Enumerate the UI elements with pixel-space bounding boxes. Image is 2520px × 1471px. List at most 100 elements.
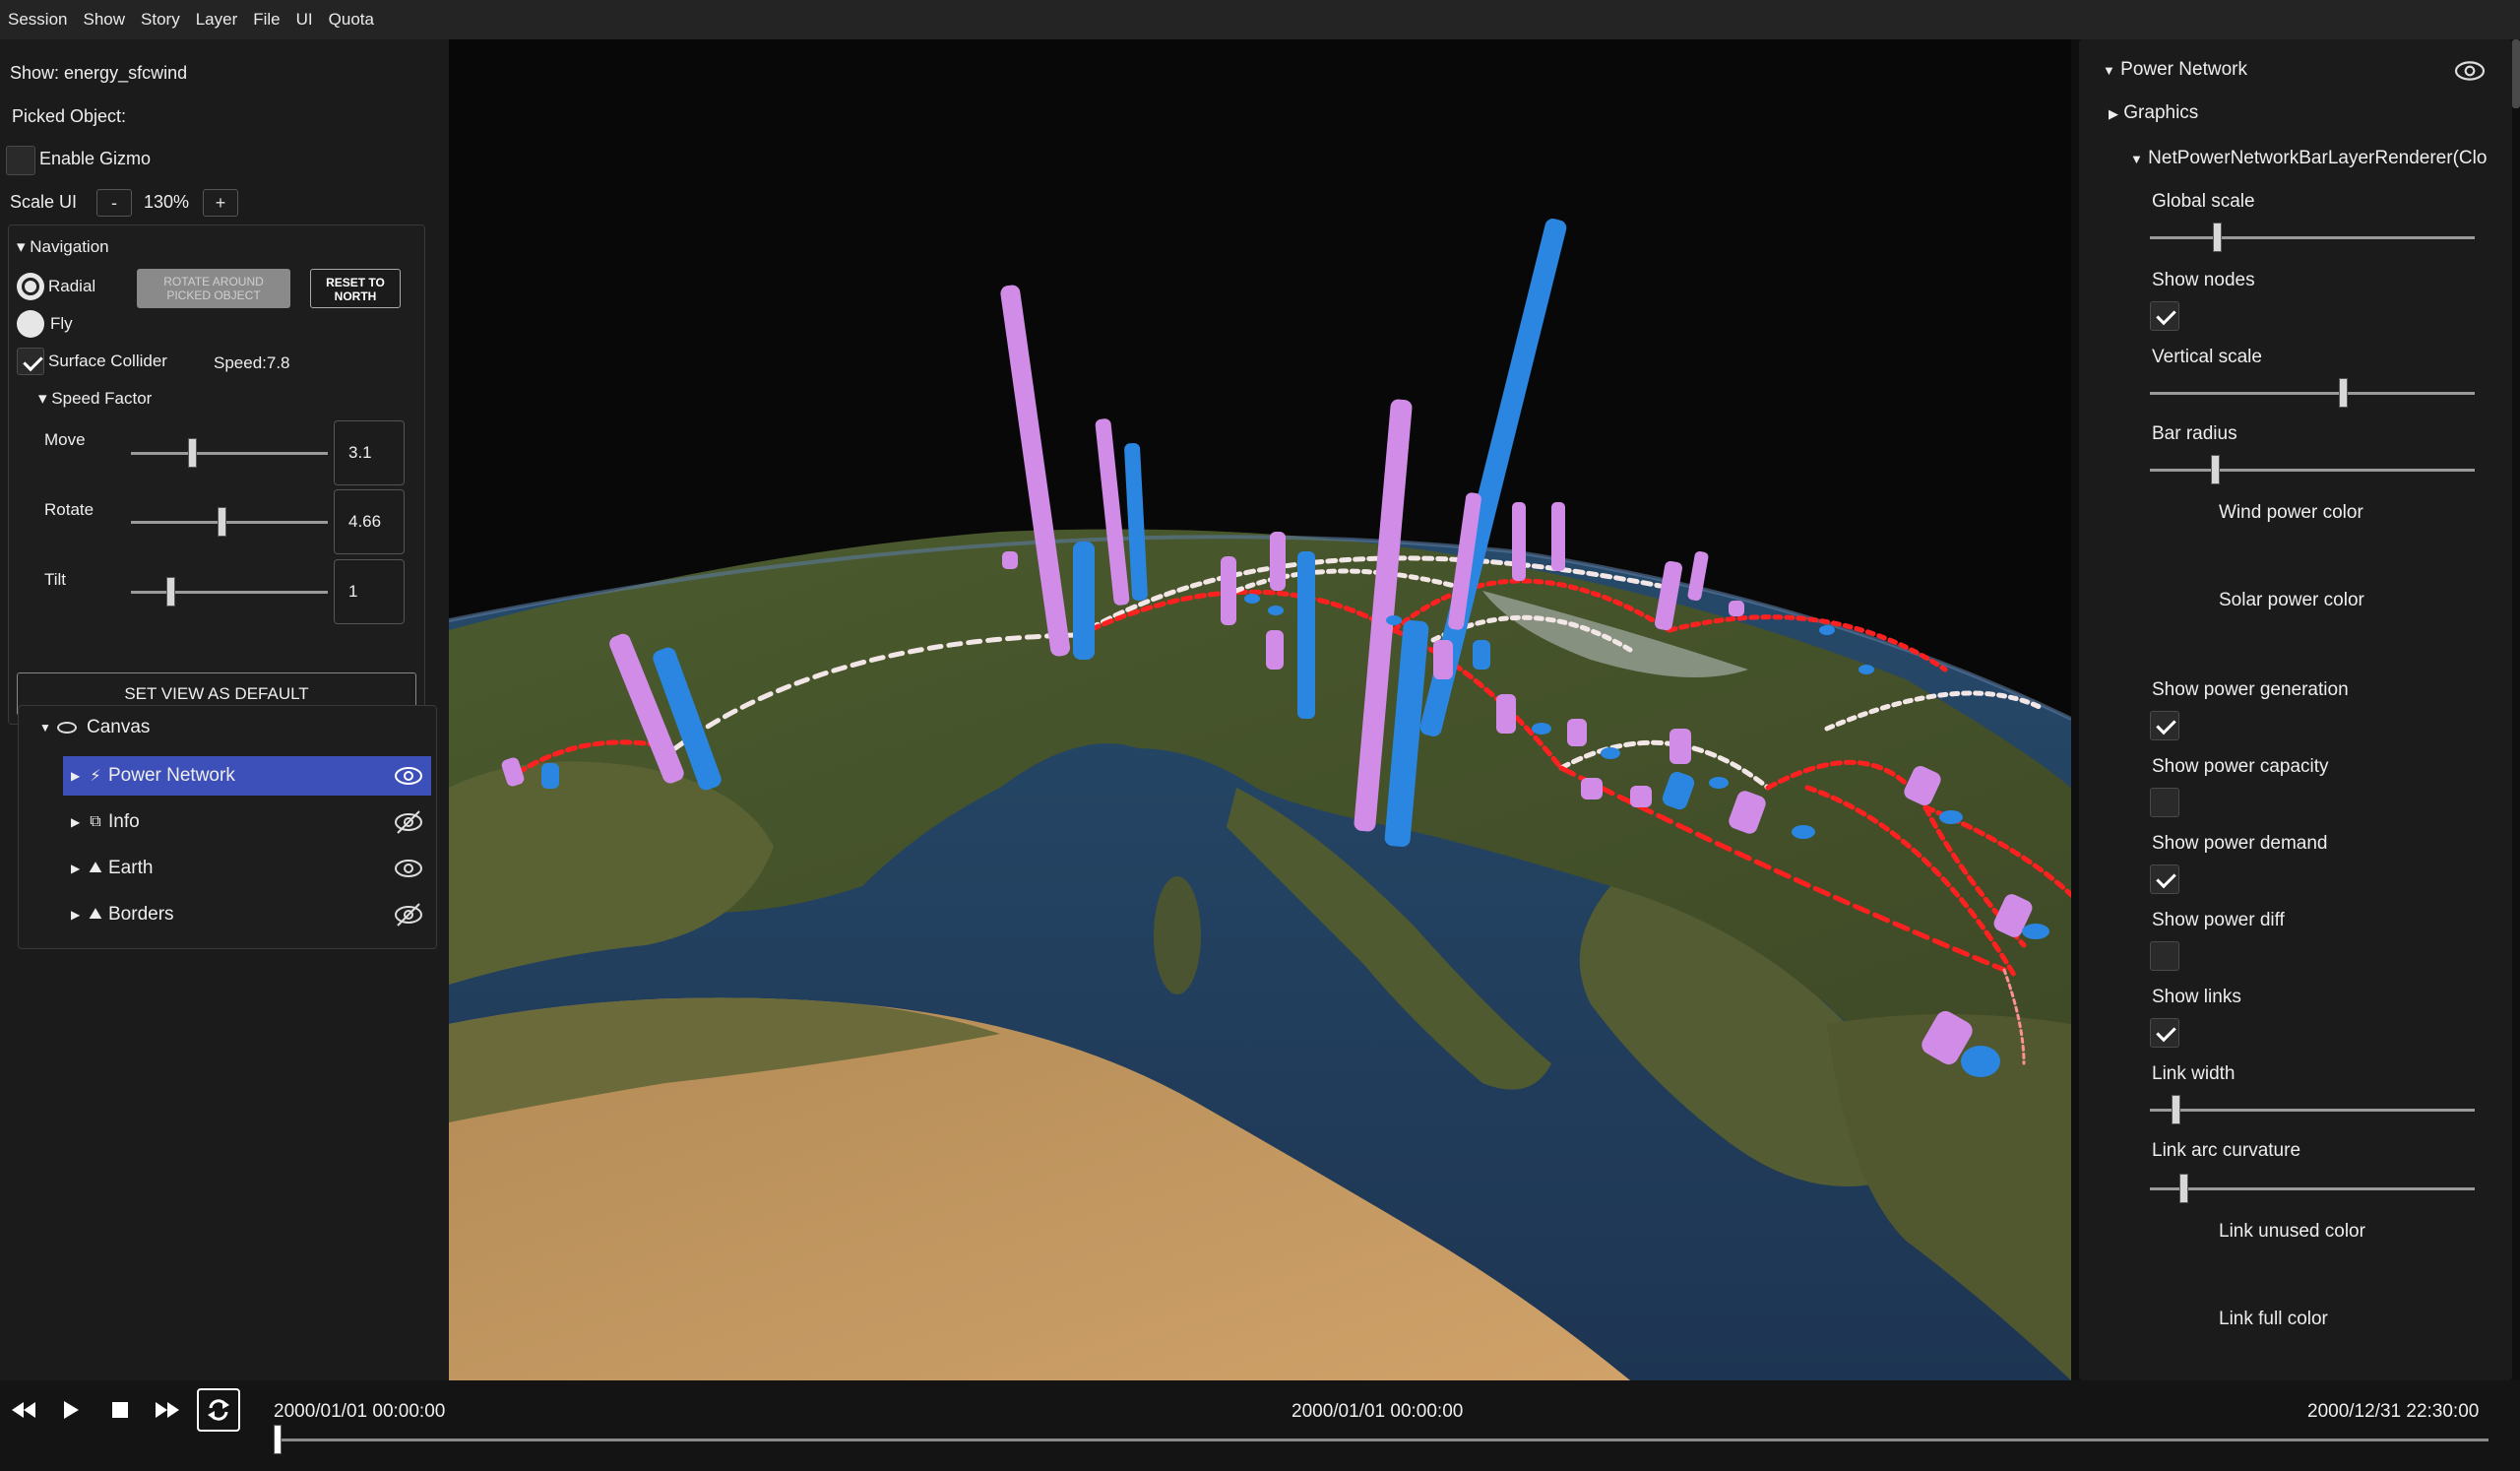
caret-down-icon: ▼ — [2103, 63, 2115, 78]
bar-wind — [1496, 694, 1516, 734]
vertical-scale-slider[interactable] — [2150, 392, 2475, 395]
tilt-slider-handle[interactable] — [166, 577, 175, 607]
eye-icon[interactable] — [2453, 57, 2487, 85]
tree-item-label: Borders — [108, 904, 174, 925]
reset-north-label-2: NORTH — [334, 289, 377, 303]
eye-icon[interactable] — [394, 763, 423, 789]
scale-value: 130% — [144, 192, 190, 212]
fast-forward-button[interactable] — [148, 1390, 187, 1430]
link-width-handle[interactable] — [2172, 1095, 2180, 1124]
show-links-label: Show links — [2152, 987, 2241, 1007]
menu-story[interactable]: Story — [141, 10, 180, 30]
loop-button[interactable] — [197, 1388, 240, 1432]
menu-layer[interactable]: Layer — [196, 10, 238, 30]
fly-radio[interactable] — [17, 310, 44, 338]
show-capacity-checkbox[interactable] — [2150, 788, 2179, 817]
move-slider-track[interactable] — [131, 452, 328, 455]
tree-item-label: Power Network — [108, 765, 235, 786]
link-arc-handle[interactable] — [2179, 1174, 2188, 1203]
canvas-icon — [57, 722, 77, 734]
rotate-value-field[interactable]: 4.66 — [334, 489, 405, 554]
rotate-slider-handle[interactable] — [218, 507, 226, 537]
move-slider-handle[interactable] — [188, 438, 197, 468]
vertical-scale-handle[interactable] — [2339, 378, 2348, 408]
timeline-current-time: 2000/01/01 00:00:00 — [1292, 1401, 1464, 1422]
caret-right-icon: ▶ — [2109, 106, 2118, 121]
eye-off-icon[interactable] — [394, 809, 423, 835]
eye-off-icon[interactable] — [394, 902, 423, 927]
graphics-section[interactable]: ▶ Graphics — [2109, 102, 2198, 124]
rotate-label: Rotate — [44, 500, 94, 519]
rotate-around-picked-button[interactable]: ROTATE AROUND PICKED OBJECT — [137, 269, 290, 308]
tree-root-canvas[interactable]: ▼ Canvas — [39, 717, 150, 738]
bar-wind — [1002, 551, 1018, 569]
show-generation-label: Show power generation — [2152, 679, 2349, 700]
caret-right-icon: ▶ — [71, 862, 81, 875]
link-width-slider[interactable] — [2150, 1109, 2475, 1112]
link-arc-label: Link arc curvature — [2152, 1140, 2301, 1161]
scale-decrease-button[interactable]: - — [96, 189, 132, 217]
tilt-slider-track[interactable] — [131, 591, 328, 594]
renderer-section[interactable]: ▼ NetPowerNetworkBarLayerRenderer(Clo — [2130, 148, 2487, 169]
surface-collider-checkbox[interactable] — [17, 348, 44, 375]
show-demand-label: Show power demand — [2152, 833, 2328, 854]
loop-icon — [208, 1399, 229, 1421]
show-diff-checkbox[interactable] — [2150, 941, 2179, 971]
menu-file[interactable]: File — [253, 10, 280, 30]
bar-radius-handle[interactable] — [2211, 455, 2220, 484]
link-full-color-label[interactable]: Link full color — [2219, 1309, 2328, 1330]
speed-readout: Speed:7.8 — [214, 353, 290, 372]
wind-color-label[interactable]: Wind power color — [2219, 502, 2363, 524]
menu-quota[interactable]: Quota — [329, 10, 374, 30]
scale-ui-label: Scale UI — [10, 192, 78, 212]
bar-radius-label: Bar radius — [2152, 423, 2237, 444]
caret-down-icon: ▼ — [2130, 152, 2143, 166]
cube-icon: ⧉ — [90, 813, 101, 830]
menu-bar: Session Show Story Layer File UI Quota — [0, 0, 2520, 39]
radial-radio[interactable] — [17, 273, 44, 300]
bar-radius-slider[interactable] — [2150, 469, 2475, 472]
menu-show[interactable]: Show — [83, 10, 125, 30]
show-demand-checkbox[interactable] — [2150, 864, 2179, 894]
global-scale-handle[interactable] — [2213, 223, 2222, 252]
solar-color-label[interactable]: Solar power color — [2219, 590, 2364, 611]
stop-button[interactable] — [100, 1390, 140, 1430]
navigation-header[interactable]: ▾ Navigation — [17, 237, 109, 257]
power-network-header[interactable]: ▼ Power Network — [2103, 59, 2247, 81]
bar-wind — [1266, 630, 1284, 670]
enable-gizmo-checkbox[interactable] — [6, 146, 35, 175]
global-scale-slider[interactable] — [2150, 236, 2475, 239]
rotate-around-label-2: PICKED OBJECT — [166, 288, 261, 302]
tree-item-label: Earth — [108, 858, 154, 878]
speed-factor-header[interactable]: ▾ Speed Factor — [38, 389, 152, 409]
tree-item-info[interactable]: ▶ ⧉ Info — [63, 802, 431, 842]
mountain-icon: ⛰ — [89, 860, 102, 876]
timeline-scrubber-handle[interactable] — [274, 1425, 282, 1454]
fast-forward-icon — [156, 1402, 179, 1418]
timeline-scrubber-track[interactable] — [276, 1439, 2488, 1441]
tree-item-power-network[interactable]: ▶ ⚡ Power Network — [63, 756, 431, 796]
tree-item-earth[interactable]: ▶ ⛰ Earth — [63, 849, 431, 888]
menu-session[interactable]: Session — [8, 10, 67, 30]
link-unused-color-label[interactable]: Link unused color — [2219, 1221, 2365, 1243]
timeline-bar: 2000/01/01 00:00:00 2000/01/01 00:00:00 … — [0, 1380, 2520, 1471]
tilt-value-field[interactable]: 1 — [334, 559, 405, 624]
tree-item-borders[interactable]: ▶ ⛰ Borders — [63, 895, 431, 934]
play-button[interactable] — [51, 1390, 91, 1430]
timeline-start-time: 2000/01/01 00:00:00 — [274, 1401, 446, 1422]
rotate-slider-track[interactable] — [131, 521, 328, 524]
globe-viewport[interactable] — [449, 39, 2071, 1380]
scale-increase-button[interactable]: + — [203, 189, 238, 217]
play-icon — [64, 1401, 79, 1419]
right-panel-scrollbar[interactable] — [2512, 39, 2520, 108]
move-value-field[interactable]: 3.1 — [334, 420, 405, 485]
eye-icon[interactable] — [394, 856, 423, 881]
menu-ui[interactable]: UI — [296, 10, 313, 30]
show-generation-checkbox[interactable] — [2150, 711, 2179, 740]
bar-wind — [1630, 786, 1652, 807]
show-links-checkbox[interactable] — [2150, 1018, 2179, 1048]
reset-to-north-button[interactable]: RESET TO NORTH — [310, 269, 401, 308]
link-arc-slider[interactable] — [2150, 1187, 2475, 1190]
rewind-button[interactable] — [4, 1390, 43, 1430]
show-nodes-checkbox[interactable] — [2150, 301, 2179, 331]
